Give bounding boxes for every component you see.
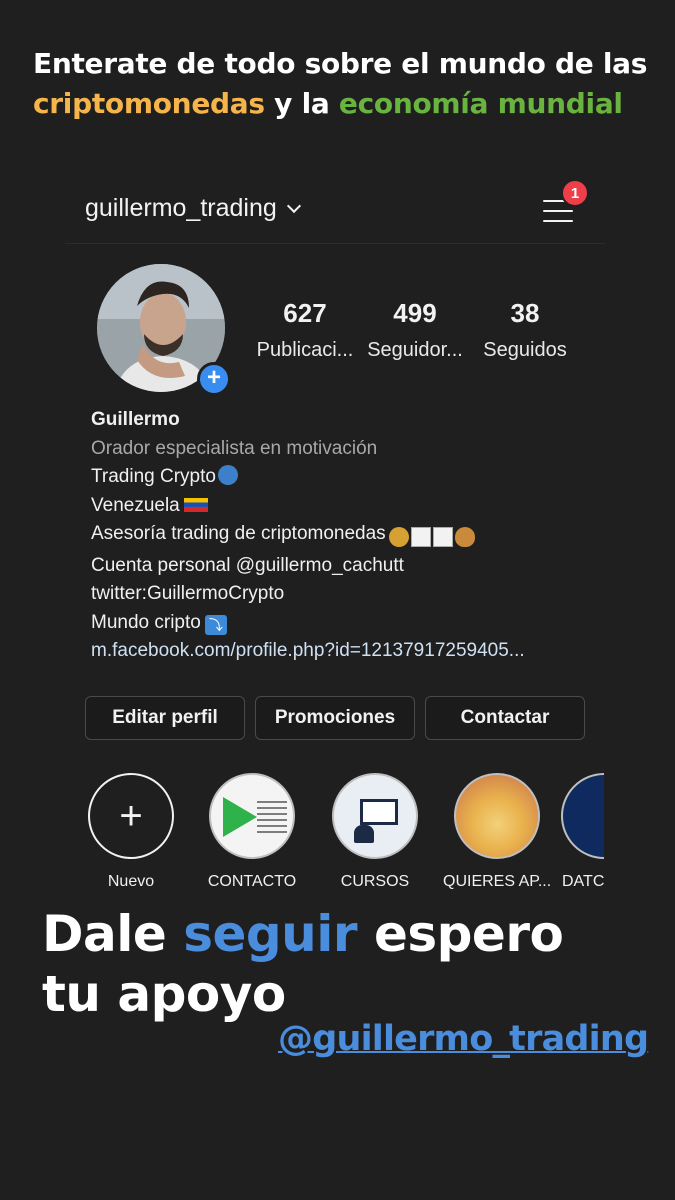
headline-highlight-crypto: criptomonedas bbox=[33, 87, 265, 120]
menu-icon-line bbox=[543, 220, 573, 222]
profile-bio: Guillermo Orador especialista en motivac… bbox=[91, 406, 631, 666]
chart-up-icon bbox=[410, 526, 431, 547]
highlight-label: DATC bbox=[562, 873, 604, 890]
stat-posts-count: 627 bbox=[283, 298, 327, 328]
highlight-label: Nuevo bbox=[107, 873, 155, 890]
chart-down-icon bbox=[432, 526, 453, 547]
bio-line: twitter:GuillermoCrypto bbox=[91, 580, 631, 609]
chevron-down-icon bbox=[286, 198, 301, 213]
highlight-contacto[interactable]: CONTACTO bbox=[198, 768, 306, 891]
cta-highlight-seguir: seguir bbox=[183, 905, 358, 963]
globe-icon bbox=[217, 465, 238, 485]
stat-following-count: 38 bbox=[510, 298, 540, 328]
stat-followers-label: Seguidor... bbox=[367, 339, 463, 361]
plus-icon: + bbox=[88, 773, 174, 859]
contact-button[interactable]: Contactar bbox=[425, 696, 585, 740]
mention-link[interactable]: @guillermo_trading bbox=[278, 1019, 649, 1059]
profile-header-bar: guillermo_trading 1 bbox=[65, 179, 605, 244]
call-to-action: Dale seguir espero tu apoyo bbox=[42, 904, 564, 1024]
highlight-datos[interactable]: DATC bbox=[550, 768, 604, 891]
edit-profile-button[interactable]: Editar perfil bbox=[85, 696, 245, 740]
profile-stats: 627 Publicaci... 499 Seguidor... 38 Segu… bbox=[250, 298, 580, 362]
profile-link[interactable]: m.facebook.com/profile.php?id=1213791725… bbox=[91, 637, 631, 666]
medal-icon bbox=[388, 526, 409, 547]
notification-badge: 1 bbox=[561, 179, 589, 207]
contact-card-icon bbox=[209, 773, 295, 859]
menu-icon-line bbox=[543, 210, 573, 212]
profile-category: Orador especialista en motivación bbox=[91, 437, 378, 459]
story-headline: Enterate de todo sobre el mundo de las c… bbox=[33, 44, 653, 124]
money-bag-icon bbox=[454, 526, 475, 547]
highlight-cursos[interactable]: CURSOS bbox=[321, 768, 429, 891]
bio-line: Asesoría trading de criptomonedas bbox=[91, 520, 631, 552]
add-story-button[interactable]: + bbox=[197, 362, 231, 396]
bio-line-text: Venezuela bbox=[91, 494, 180, 516]
stat-followers[interactable]: 499 Seguidor... bbox=[360, 298, 470, 362]
cta-text-1: Dale bbox=[42, 905, 184, 963]
cripto-badge-icon bbox=[561, 773, 604, 859]
stat-following-label: Seguidos bbox=[483, 339, 567, 361]
stat-followers-count: 499 bbox=[393, 298, 437, 328]
cta-line-1: Dale seguir espero tu apoyo bbox=[42, 904, 564, 1024]
bio-line: Mundo cripto ⤵ bbox=[91, 609, 631, 638]
highlight-label: QUIERES AP... bbox=[443, 873, 551, 890]
bio-line-text: Cuenta personal @guillermo_cachutt bbox=[91, 554, 404, 576]
profile-name: Guillermo bbox=[91, 409, 180, 430]
headline-highlight-economy: economía mundial bbox=[338, 87, 623, 120]
venezuela-flag-icon bbox=[183, 497, 208, 512]
bio-line: Trading Crypto bbox=[91, 463, 631, 492]
bio-line-text: Trading Crypto bbox=[91, 466, 216, 487]
story-highlights: + Nuevo CONTACTO CURSOS QUIERES AP... DA… bbox=[80, 768, 604, 898]
presentation-board-icon bbox=[332, 773, 418, 859]
highlight-quieres[interactable]: QUIERES AP... bbox=[443, 768, 551, 891]
highlight-new[interactable]: + Nuevo bbox=[80, 768, 185, 891]
username-label: guillermo_trading bbox=[85, 194, 277, 222]
highlight-label: CURSOS bbox=[340, 873, 410, 890]
stat-posts-label: Publicaci... bbox=[256, 339, 354, 361]
stat-following[interactable]: 38 Seguidos bbox=[470, 298, 580, 362]
bio-emojis bbox=[388, 523, 477, 552]
account-switcher[interactable]: guillermo_trading bbox=[85, 194, 301, 223]
headline-text-1: Enterate de todo sobre el mundo de las bbox=[33, 47, 648, 80]
bio-line-text: Mundo cripto bbox=[91, 611, 201, 633]
money-hands-icon bbox=[454, 773, 540, 859]
headline-text-2: y la bbox=[264, 87, 339, 120]
bio-line[interactable]: Cuenta personal @guillermo_cachutt bbox=[91, 552, 631, 581]
arrow-down-icon: ⤵ bbox=[204, 614, 227, 635]
bio-line: Venezuela bbox=[91, 492, 631, 521]
bio-line-text: twitter:GuillermoCrypto bbox=[91, 583, 285, 604]
highlight-label: CONTACTO bbox=[207, 873, 297, 890]
bio-line-text: Asesoría trading de criptomonedas bbox=[91, 523, 386, 544]
stat-posts[interactable]: 627 Publicaci... bbox=[250, 298, 360, 362]
profile-action-buttons: Editar perfil Promociones Contactar bbox=[85, 696, 585, 740]
promotions-button[interactable]: Promociones bbox=[255, 696, 415, 740]
hamburger-menu-button[interactable]: 1 bbox=[543, 179, 589, 224]
